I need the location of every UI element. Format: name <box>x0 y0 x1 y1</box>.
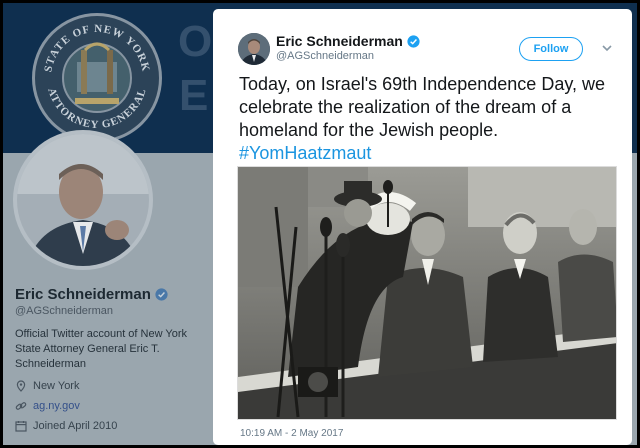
profile-avatar[interactable] <box>13 130 153 270</box>
attorney-general-seal: STATE OF NEW YORK ATTORNEY GENERAL <box>32 13 162 143</box>
tweet-author-handle[interactable]: @AGSchneiderman <box>276 50 374 62</box>
tweet-timestamp[interactable]: 10:19 AM - 2 May 2017 <box>240 428 343 439</box>
tweet-body: Today, on Israel's 69th Independence Day… <box>239 74 606 140</box>
screenshot-frame: Off E STATE OF NEW YORK ATTORNEY GENERAL <box>3 3 637 445</box>
tweet-author-name-text: Eric Schneiderman <box>276 33 403 49</box>
tweet-author-avatar-photo <box>238 33 270 65</box>
profile-location-row: New York <box>15 380 210 392</box>
profile-location: New York <box>33 380 80 392</box>
tweet-text: Today, on Israel's 69th Independence Day… <box>239 73 624 165</box>
tweet-photo[interactable] <box>237 166 617 420</box>
profile-url-link[interactable]: ag.ny.gov <box>33 400 80 412</box>
verified-badge-icon <box>407 34 420 48</box>
follow-button[interactable]: Follow <box>519 37 583 61</box>
tweet-author-avatar[interactable] <box>238 33 270 65</box>
tweet-author-name[interactable]: Eric Schneiderman <box>276 33 420 49</box>
tweet-hashtag-link[interactable]: #YomHaatzmaut <box>239 142 624 165</box>
profile-avatar-photo <box>17 134 149 266</box>
banner-text-line2: E <box>179 71 209 120</box>
tweet-card: Eric Schneiderman @AGSchneiderman Follow… <box>213 9 632 445</box>
chevron-down-icon[interactable] <box>601 42 613 54</box>
profile-info: Eric Schneiderman @AGSchneiderman Offici… <box>15 286 210 432</box>
profile-joined-row: Joined April 2010 <box>15 420 210 432</box>
link-icon <box>15 402 27 410</box>
profile-url-row: ag.ny.gov <box>15 400 210 412</box>
calendar-icon <box>15 421 27 432</box>
profile-handle[interactable]: @AGSchneiderman <box>15 305 210 317</box>
profile-name[interactable]: Eric Schneiderman <box>15 286 210 303</box>
profile-name-text: Eric Schneiderman <box>15 286 151 303</box>
tweet-photo-image <box>238 167 616 419</box>
seal-graphic: STATE OF NEW YORK ATTORNEY GENERAL <box>42 23 150 131</box>
profile-joined-date: Joined April 2010 <box>33 420 118 432</box>
verified-badge-icon <box>155 288 168 301</box>
location-pin-icon <box>16 380 26 392</box>
profile-bio: Official Twitter account of New York Sta… <box>15 328 188 370</box>
